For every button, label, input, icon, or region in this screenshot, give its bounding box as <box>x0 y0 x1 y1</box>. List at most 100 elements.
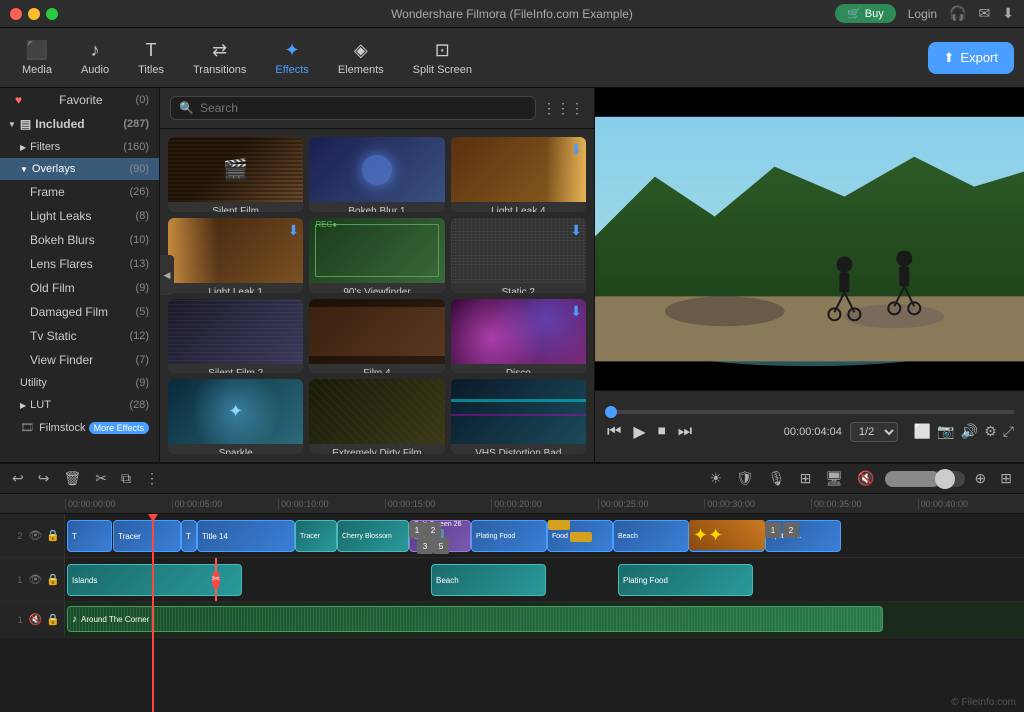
sidebar-item-tv-static[interactable]: Tv Static (12) <box>0 324 159 348</box>
mic-icon[interactable]: 🎙 <box>764 468 790 489</box>
export-button[interactable]: ⬆ Export <box>928 42 1014 74</box>
effect-extremely-dirty[interactable]: Extremely Dirty Film <box>309 379 444 454</box>
sidebar-item-favorite[interactable]: ♥ Favorite (0) <box>0 88 159 112</box>
play-button[interactable]: ▶ <box>631 420 647 444</box>
cut-button[interactable]: ✂ <box>91 468 111 489</box>
effect-light-leak4[interactable]: ⬇ Light Leak 4 <box>451 137 586 212</box>
track-clip-audio[interactable]: ♪Around The Corner <box>67 606 883 632</box>
login-button[interactable]: Login <box>908 7 937 21</box>
minimize-button[interactable] <box>28 8 40 20</box>
track-lock-1[interactable]: 🔒 <box>46 573 60 586</box>
track-clip-beach[interactable]: Beach <box>431 564 546 596</box>
stop-button[interactable]: ⏹ <box>656 421 668 443</box>
add-track-button[interactable]: ⊕ <box>971 468 991 489</box>
toolbar-audio[interactable]: ♪ Audio <box>69 34 121 82</box>
next-frame-button[interactable]: ⏭ <box>676 421 694 443</box>
track-clip[interactable]: Tracer <box>295 520 337 552</box>
search-input[interactable] <box>200 101 527 115</box>
track-clip[interactable]: T <box>181 520 197 552</box>
sidebar-item-included[interactable]: ▼ ▤ Included (287) <box>0 112 159 136</box>
toolbar-media[interactable]: ⬛ Media <box>10 34 64 82</box>
shield-icon[interactable]: 🛡 <box>732 468 758 489</box>
track-clip[interactable]: Cherry Blossom <box>337 520 409 552</box>
settings-button[interactable]: ⚙ <box>984 423 997 440</box>
window-controls[interactable] <box>10 8 58 20</box>
previous-frame-button[interactable]: ⏮ <box>605 421 623 443</box>
fullscreen-button[interactable]: ⤢ <box>1003 423 1014 440</box>
sidebar-item-filters[interactable]: ▶ Filters (160) <box>0 136 159 158</box>
quality-select[interactable]: 1/2 1/4 Full <box>850 422 898 442</box>
buy-button[interactable]: 🛒 Buy <box>835 4 896 23</box>
download-icon[interactable]: ⬇ <box>1002 5 1014 22</box>
snapshot-button[interactable]: 📷 <box>937 423 954 440</box>
panel-nav-arrow[interactable]: ◀ <box>160 255 174 295</box>
effect-90s-viewfinder[interactable]: REC● 90's Viewfinder <box>309 218 444 293</box>
track-lock-audio[interactable]: 🔒 <box>46 613 60 626</box>
overlay-clip-animated[interactable]: ✦✦ <box>689 520 765 550</box>
sidebar-item-filmstock[interactable]: 🎞 Filmstock More Effects <box>0 416 159 439</box>
mail-icon[interactable]: ✉ <box>979 5 991 22</box>
cart-icon: 🛒 <box>847 7 861 20</box>
timeline-toolbar: ↩ ↪ 🗑 ✂ ⧉ ⋮ ☀ 🛡 🎙 ⊞ 🖥 🔇 ⊕ ⊞ <box>0 464 1024 494</box>
effect-bokeh-blur[interactable]: Bokeh Blur 1 <box>309 137 444 212</box>
search-box[interactable]: 🔍 <box>170 96 536 120</box>
effect-sparkle[interactable]: ✦ Sparkle <box>168 379 303 454</box>
track-eye-2[interactable]: 👁 <box>28 529 42 542</box>
copy-button[interactable]: ⧉ <box>117 468 135 489</box>
track-lock-2[interactable]: 🔒 <box>46 529 60 542</box>
track-mute-audio[interactable]: 🔇 <box>29 613 43 626</box>
volume-slider[interactable] <box>885 471 965 487</box>
sidebar-item-light-leaks[interactable]: Light Leaks (8) <box>0 204 159 228</box>
overlay-clip[interactable] <box>570 532 592 542</box>
monitor-icon[interactable]: 🖥 <box>821 468 847 489</box>
toolbar-effects[interactable]: ✦ Effects <box>263 34 320 82</box>
effect-disco[interactable]: ⬇ Disco <box>451 299 586 374</box>
progress-bar[interactable] <box>605 410 1014 414</box>
effect-film4[interactable]: Film 4 <box>309 299 444 374</box>
track-row-1: 1 👁 🔒 ✂ Islands Beach Plating Food <box>0 558 1024 602</box>
toolbar-elements[interactable]: ◈ Elements <box>326 34 396 82</box>
render-button[interactable]: ⬜ <box>914 423 931 440</box>
copyright-text: © FileInfo.com <box>951 697 1016 708</box>
track-clip[interactable]: Tracer <box>113 520 181 552</box>
track-clip[interactable]: Title 14 <box>197 520 295 552</box>
sidebar-item-view-finder[interactable]: View Finder (7) <box>0 348 159 372</box>
sidebar-item-old-film[interactable]: Old Film (9) <box>0 276 159 300</box>
mute-icon[interactable]: 🔇 <box>853 468 878 489</box>
volume-button[interactable]: 🔊 <box>961 423 978 440</box>
effect-silent-film[interactable]: 🎬 Silent Film <box>168 137 303 212</box>
track-clip[interactable]: Plating Food <box>471 520 547 552</box>
effect-label-silent-film2: Silent Film 2 <box>168 364 303 374</box>
sidebar-item-lut[interactable]: ▶ LUT (28) <box>0 394 159 416</box>
sidebar-item-bokeh-blurs[interactable]: Bokeh Blurs (10) <box>0 228 159 252</box>
track-eye-1[interactable]: 👁 <box>28 573 42 586</box>
track-clip[interactable]: T <box>67 520 112 552</box>
undo-button[interactable]: ↩ <box>8 468 28 489</box>
overlay-clip[interactable] <box>548 520 570 530</box>
toolbar-split[interactable]: ⊡ Split Screen <box>401 34 484 82</box>
effect-light-leak1[interactable]: ⬇ Light Leak 1 <box>168 218 303 293</box>
sidebar-item-overlays[interactable]: ▼ Overlays (90) <box>0 158 159 180</box>
grid-view-button[interactable]: ⊞ <box>996 468 1016 489</box>
progress-thumb[interactable] <box>605 406 617 418</box>
sidebar-item-lens-flares[interactable]: Lens Flares (13) <box>0 252 159 276</box>
sun-icon[interactable]: ☀ <box>705 468 726 489</box>
effect-silent-film2[interactable]: Silent Film 2 <box>168 299 303 374</box>
track-clip[interactable]: Beach <box>613 520 689 552</box>
caption-icon[interactable]: ⊞ <box>796 468 816 489</box>
close-button[interactable] <box>10 8 22 20</box>
sidebar-item-utility[interactable]: Utility (9) <box>0 372 159 394</box>
more-button[interactable]: ⋮ <box>141 468 163 489</box>
toolbar-titles[interactable]: T Titles <box>126 34 176 82</box>
sidebar-item-damaged-film[interactable]: Damaged Film (5) <box>0 300 159 324</box>
track-clip-plating-food[interactable]: Plating Food <box>618 564 753 596</box>
effect-static2[interactable]: ⬇ Static 2 <box>451 218 586 293</box>
toolbar-transitions[interactable]: ⇄ Transitions <box>181 34 258 82</box>
delete-button[interactable]: 🗑 <box>59 468 85 489</box>
grid-options-icon[interactable]: ⋮⋮⋮ <box>542 100 584 117</box>
effect-vhs[interactable]: VHS Distortion Bad <box>451 379 586 454</box>
redo-button[interactable]: ↪ <box>34 468 54 489</box>
headphone-icon[interactable]: 🎧 <box>949 5 966 22</box>
maximize-button[interactable] <box>46 8 58 20</box>
sidebar-item-frame[interactable]: Frame (26) <box>0 180 159 204</box>
